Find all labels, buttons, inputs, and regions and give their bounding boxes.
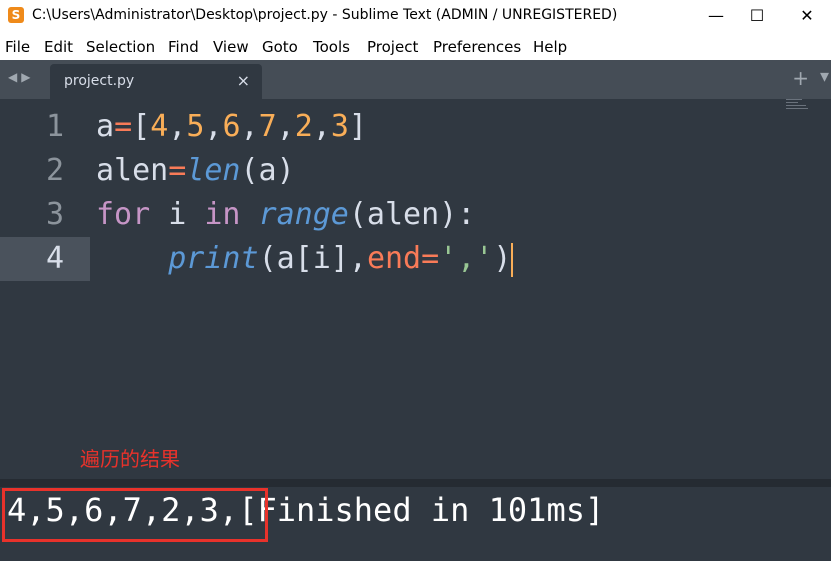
code-line-current: 4 print(a[i],end=',') (0, 237, 831, 281)
menu-find[interactable]: Find (168, 38, 199, 56)
new-tab-icon[interactable]: + (792, 66, 809, 90)
title-bar: S C:\Users\Administrator\Desktop\project… (0, 0, 831, 32)
close-window-button[interactable]: ✕ (784, 0, 830, 32)
code-editor[interactable]: 1 a=[4,5,6,7,2,3] 2 alen=len(a) 3 for i … (0, 99, 831, 479)
console-divider[interactable] (0, 479, 831, 487)
line-number: 1 (45, 109, 64, 144)
tab-label: project.py (64, 73, 135, 89)
tab-project-py[interactable]: project.py × (50, 64, 262, 99)
sublime-logo-icon: S (8, 7, 24, 23)
code-text: a=[4,5,6,7,2,3] (96, 109, 367, 144)
highlight-box (2, 488, 268, 542)
minimap[interactable] (786, 99, 814, 113)
menu-tools[interactable]: Tools (313, 38, 350, 56)
tab-prev-icon[interactable]: ◀ (8, 70, 21, 84)
annotation-label: 遍历的结果 (80, 447, 180, 471)
code-line: 3 for i in range(alen): (0, 193, 831, 237)
menu-file[interactable]: File (5, 38, 30, 56)
menu-preferences[interactable]: Preferences (433, 38, 521, 56)
menu-help[interactable]: Help (533, 38, 567, 56)
text-cursor (511, 242, 514, 277)
menu-edit[interactable]: Edit (44, 38, 73, 56)
code-text: alen=len(a) (96, 153, 295, 188)
code-text: print(a[i],end=',') (168, 241, 514, 277)
menu-selection[interactable]: Selection (86, 38, 155, 56)
menu-bar: File Edit Selection Find View Goto Tools… (0, 32, 831, 60)
console-status: [Finished in 101ms] (238, 491, 605, 529)
tab-list-icon[interactable]: ▾ (820, 66, 829, 87)
tab-bar: ◀▶ project.py × + ▾ (0, 60, 831, 99)
window-title: C:\Users\Administrator\Desktop\project.p… (32, 7, 618, 23)
code-line: 1 a=[4,5,6,7,2,3] (0, 105, 831, 149)
menu-project[interactable]: Project (367, 38, 418, 56)
tab-close-icon[interactable]: × (237, 71, 250, 90)
line-number: 3 (45, 197, 64, 232)
code-line: 2 alen=len(a) (0, 149, 831, 193)
code-text: for i in range(alen): (96, 197, 476, 232)
maximize-button[interactable]: ☐ (734, 0, 780, 32)
tab-next-icon[interactable]: ▶ (21, 70, 34, 84)
menu-view[interactable]: View (213, 38, 249, 56)
line-number: 4 (45, 241, 64, 276)
menu-goto[interactable]: Goto (262, 38, 298, 56)
tab-nav-arrows[interactable]: ◀▶ (8, 70, 34, 84)
minimize-button[interactable]: — (693, 0, 739, 32)
line-number: 2 (45, 153, 64, 188)
